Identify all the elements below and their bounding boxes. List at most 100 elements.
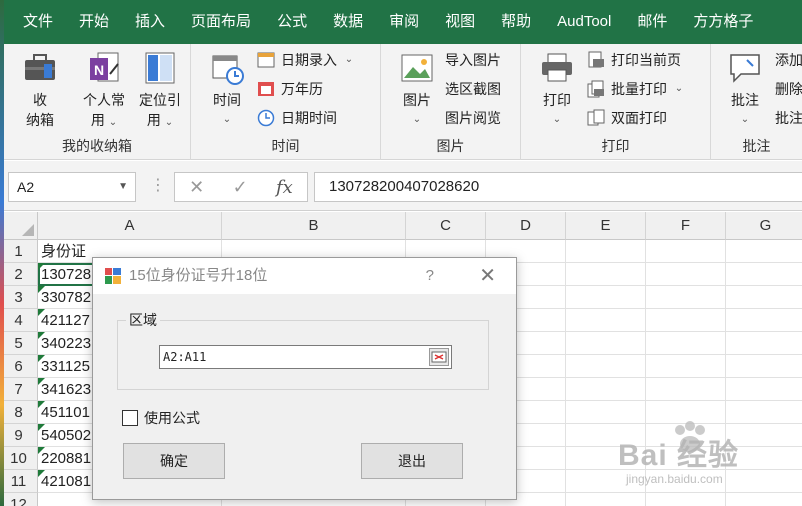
tab-file[interactable]: 文件 (10, 0, 66, 44)
print-button[interactable]: 打印 ⌄ (535, 50, 579, 130)
row-header[interactable]: 10 (0, 447, 38, 470)
row-header[interactable]: 3 (0, 286, 38, 309)
grid-cell[interactable] (726, 240, 802, 263)
grid-cell[interactable] (726, 286, 802, 309)
range-input[interactable]: A2:A11 (159, 345, 452, 369)
name-box[interactable]: A2 ▼ (8, 172, 136, 202)
personal-common-button[interactable]: N 个人常 用 ⌄ (76, 50, 132, 133)
toolbox-label-2: 纳箱 (26, 112, 54, 128)
row-header[interactable]: 5 (0, 332, 38, 355)
comment-batch-button[interactable]: 批注 (775, 106, 802, 130)
batch-print-icon (587, 80, 605, 98)
cancel-icon[interactable]: ✕ (189, 177, 204, 198)
tab-help[interactable]: 帮助 (488, 0, 544, 44)
formula-buttons: ✕ ✓ fx (174, 172, 308, 202)
grid-cell[interactable] (726, 309, 802, 332)
column-header-f[interactable]: F (646, 212, 726, 240)
grid-cell[interactable] (646, 378, 726, 401)
grid-cell[interactable] (566, 332, 646, 355)
grid-cell[interactable] (566, 263, 646, 286)
toolbox-label-1: 收 (33, 92, 47, 108)
app-icon (105, 268, 121, 284)
row-header[interactable]: 4 (0, 309, 38, 332)
chevron-down-icon[interactable]: ▼ (118, 173, 128, 201)
range-select-icon[interactable] (429, 348, 449, 366)
row-header[interactable]: 11 (0, 470, 38, 493)
region-screenshot-button[interactable]: 选区截图 (445, 77, 501, 101)
grid-cell[interactable] (646, 240, 726, 263)
row-header[interactable]: 7 (0, 378, 38, 401)
import-picture-button[interactable]: 导入图片 (445, 48, 501, 72)
perpetual-calendar-button[interactable]: 万年历 (257, 77, 323, 101)
column-header-c[interactable]: C (406, 212, 486, 240)
picture-button[interactable]: 图片 ⌄ (395, 50, 439, 130)
grid-cell[interactable] (566, 240, 646, 263)
grid-cell[interactable] (566, 378, 646, 401)
grid-cell[interactable] (566, 355, 646, 378)
help-icon[interactable]: ? (426, 258, 434, 294)
exit-button[interactable]: 退出 (361, 443, 463, 479)
column-header-e[interactable]: E (566, 212, 646, 240)
toolbox-button[interactable]: 收 纳箱 (18, 50, 62, 130)
row-header[interactable]: 9 (0, 424, 38, 447)
grid-cell[interactable] (646, 309, 726, 332)
column-header-g[interactable]: G (726, 212, 802, 240)
comment-button[interactable]: 批注 ⌄ (723, 50, 767, 130)
confirm-icon[interactable]: ✓ (233, 177, 248, 198)
tab-view[interactable]: 视图 (432, 0, 488, 44)
formula-input[interactable]: 130728200407028620 (314, 172, 802, 202)
close-icon[interactable]: ✕ (479, 258, 496, 294)
use-formula-checkbox[interactable] (122, 410, 138, 426)
tab-insert[interactable]: 插入 (122, 0, 178, 44)
toolbox-icon (22, 50, 58, 86)
locate-ref-icon (142, 50, 178, 86)
tab-fangfang[interactable]: 方方格子 (680, 0, 766, 44)
row-header[interactable]: 12 (0, 493, 38, 506)
picture-browse-button[interactable]: 图片阅览 (445, 106, 501, 130)
drag-handle-icon[interactable]: ⋮ (150, 175, 166, 195)
grid-cell[interactable] (646, 263, 726, 286)
grid-cell[interactable] (646, 332, 726, 355)
use-formula-option[interactable]: 使用公式 (122, 408, 200, 428)
locate-ref-button[interactable]: 定位引 用 ⌄ (134, 50, 186, 133)
duplex-print-button[interactable]: 双面打印 (587, 106, 667, 130)
grid-cell[interactable] (726, 355, 802, 378)
row-header[interactable]: 2 (0, 263, 38, 286)
tab-audtool[interactable]: AudTool (544, 0, 624, 44)
grid-cell[interactable] (726, 332, 802, 355)
date-entry-button[interactable]: 日期录入 ⌄ (257, 48, 353, 72)
add-comment-button[interactable]: 添加 (775, 48, 802, 72)
grid-cell[interactable] (726, 378, 802, 401)
chevron-down-icon: ⌄ (164, 117, 174, 128)
grid-cell[interactable] (566, 309, 646, 332)
tab-home[interactable]: 开始 (66, 0, 122, 44)
dialog-titlebar[interactable]: 15位身份证号升18位 ? ✕ (93, 258, 516, 294)
row-header[interactable]: 6 (0, 355, 38, 378)
datetime-button[interactable]: 日期时间 (257, 106, 337, 130)
print-current-label: 打印当前页 (611, 52, 681, 68)
column-header-d[interactable]: D (486, 212, 566, 240)
column-header-a[interactable]: A (38, 212, 222, 240)
name-box-value: A2 (17, 179, 35, 195)
grid-cell[interactable] (646, 286, 726, 309)
tab-review[interactable]: 审阅 (376, 0, 432, 44)
grid-cell[interactable] (726, 263, 802, 286)
column-header-b[interactable]: B (222, 212, 406, 240)
tab-data[interactable]: 数据 (320, 0, 376, 44)
grid-cell[interactable] (566, 286, 646, 309)
batch-print-button[interactable]: 批量打印 ⌄ (587, 77, 683, 101)
row-header[interactable]: 8 (0, 401, 38, 424)
grid-cell[interactable] (646, 355, 726, 378)
tab-mail[interactable]: 邮件 (624, 0, 680, 44)
time-button[interactable]: 时间 ⌄ (205, 50, 249, 130)
dialog-title: 15位身份证号升18位 (129, 267, 268, 284)
print-current-button[interactable]: 打印当前页 (587, 48, 681, 72)
tab-page-layout[interactable]: 页面布局 (178, 0, 264, 44)
row-header[interactable]: 1 (0, 240, 38, 263)
select-all-corner[interactable] (0, 212, 38, 240)
ok-button[interactable]: 确定 (123, 443, 225, 479)
delete-comment-button[interactable]: 删除 (775, 77, 802, 101)
insert-function-button[interactable]: fx (276, 177, 293, 198)
personal-doc-icon: N (86, 50, 122, 86)
tab-formulas[interactable]: 公式 (264, 0, 320, 44)
